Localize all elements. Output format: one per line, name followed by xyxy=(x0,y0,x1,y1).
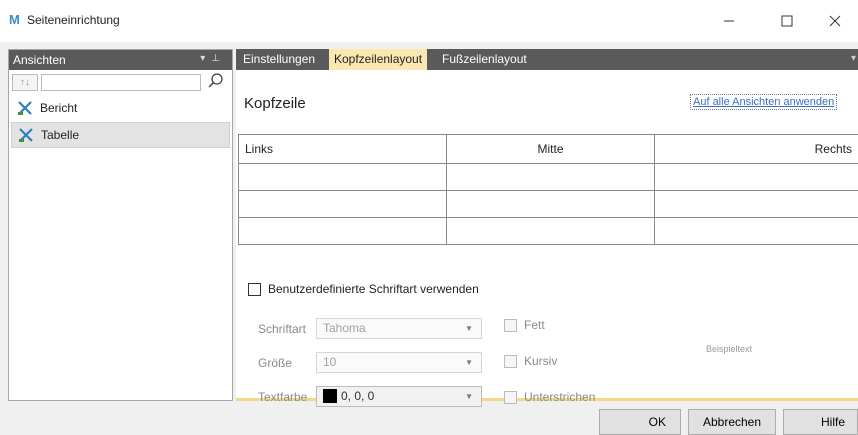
font-size-label: Größe xyxy=(258,356,293,370)
chevron-down-icon: ▼ xyxy=(465,392,473,401)
italic-checkbox[interactable] xyxy=(504,354,517,368)
table-row xyxy=(238,190,858,218)
tab-fusszeilenlayout[interactable]: Fußzeilenlayout xyxy=(437,49,532,70)
custom-font-checkbox[interactable] xyxy=(248,282,261,296)
bold-checkbox[interactable] xyxy=(504,318,517,332)
table-cell[interactable] xyxy=(238,217,447,245)
search-icon[interactable] xyxy=(207,72,225,90)
font-size-value: 10 xyxy=(323,355,337,369)
table-cell[interactable] xyxy=(654,190,858,218)
settings-pane: Einstellungen Kopfzeilenlayout Fußzeilen… xyxy=(236,49,858,407)
color-swatch xyxy=(323,389,337,403)
tab-einstellungen[interactable]: Einstellungen xyxy=(238,49,320,70)
underline-checkbox[interactable] xyxy=(504,390,517,404)
view-item-label: Bericht xyxy=(40,101,78,115)
sort-button[interactable]: ↑↓ xyxy=(12,74,38,91)
search-input[interactable] xyxy=(41,74,201,91)
view-item-label: Tabelle xyxy=(41,128,80,142)
table-cell[interactable] xyxy=(446,190,655,218)
custom-font-option: Benutzerdefinierte Schriftart verwenden xyxy=(248,282,479,296)
maximize-button[interactable] xyxy=(764,4,810,38)
preview-text: Beispieltext xyxy=(706,344,753,354)
bold-label: Fett xyxy=(524,318,545,332)
custom-font-label: Benutzerdefinierte Schriftart verwenden xyxy=(268,282,479,296)
ok-button[interactable]: OK xyxy=(599,409,681,435)
close-icon xyxy=(829,15,841,27)
table-row xyxy=(238,163,858,191)
column-header-links: Links xyxy=(238,134,447,164)
views-pane-title: Ansichten xyxy=(13,53,66,67)
bold-option: Fett xyxy=(504,318,545,332)
section-title: Kopfzeile xyxy=(244,95,306,112)
table-cell[interactable] xyxy=(238,190,447,218)
chevron-down-icon: ▼ xyxy=(465,324,473,333)
help-button[interactable]: Hilfe xyxy=(783,409,858,435)
view-icon xyxy=(19,128,33,142)
header-layout-panel: Kopfzeile Auf alle Ansichten anwenden Li… xyxy=(236,70,858,407)
text-color-label: Textfarbe xyxy=(258,390,308,404)
cancel-button[interactable]: Abbrechen xyxy=(688,409,776,435)
view-item-tabelle[interactable]: Tabelle xyxy=(11,122,230,148)
pin-icon[interactable]: ⊥ xyxy=(211,53,226,64)
search-row: ↑↓ xyxy=(9,72,232,94)
table-cell[interactable] xyxy=(654,217,858,245)
view-item-bericht[interactable]: Bericht xyxy=(11,95,230,121)
table-row xyxy=(238,217,858,245)
view-icon xyxy=(18,101,32,115)
underline-option: Unterstrichen xyxy=(504,390,595,404)
views-pane-header: Ansichten ▾⊥ xyxy=(9,50,232,70)
table-cell[interactable] xyxy=(654,163,858,191)
minimize-button[interactable] xyxy=(706,4,752,38)
views-pane: Ansichten ▾⊥ ↑↓ Bericht Tabelle xyxy=(8,49,233,401)
table-cell[interactable] xyxy=(446,217,655,245)
chevron-down-icon: ▼ xyxy=(465,358,473,367)
chevron-down-icon[interactable]: ▾ xyxy=(851,53,856,64)
close-button[interactable] xyxy=(812,4,858,38)
table-header-row: Links Mitte Rechts xyxy=(238,134,858,164)
dropdown-icon[interactable]: ▾ xyxy=(200,53,211,64)
title-bar: M Seiteneinrichtung xyxy=(0,0,858,42)
app-logo-icon: M xyxy=(9,12,20,27)
maximize-icon xyxy=(781,15,793,27)
table-cell[interactable] xyxy=(238,163,447,191)
table-cell[interactable] xyxy=(446,163,655,191)
italic-label: Kursiv xyxy=(524,354,558,368)
apply-to-all-views-link[interactable]: Auf alle Ansichten anwenden xyxy=(690,94,838,110)
italic-option: Kursiv xyxy=(504,354,557,368)
font-size-select[interactable]: 10 ▼ xyxy=(316,352,482,373)
tab-kopfzeilenlayout[interactable]: Kopfzeilenlayout xyxy=(329,49,428,70)
font-family-value: Tahoma xyxy=(323,321,366,335)
minimize-icon xyxy=(724,20,734,22)
font-family-label: Schriftart xyxy=(258,322,307,336)
font-family-select[interactable]: Tahoma ▼ xyxy=(316,318,482,339)
underline-label: Unterstrichen xyxy=(524,390,596,404)
column-header-rechts: Rechts xyxy=(654,134,858,164)
window-title: Seiteneinrichtung xyxy=(27,13,120,27)
tab-bar: Einstellungen Kopfzeilenlayout Fußzeilen… xyxy=(236,49,858,70)
text-color-value: 0, 0, 0 xyxy=(341,389,375,403)
column-header-mitte: Mitte xyxy=(446,134,655,164)
header-table: Links Mitte Rechts xyxy=(238,134,858,245)
text-color-select[interactable]: 0, 0, 0 ▼ xyxy=(316,386,482,407)
sort-icon: ↑↓ xyxy=(20,77,30,88)
